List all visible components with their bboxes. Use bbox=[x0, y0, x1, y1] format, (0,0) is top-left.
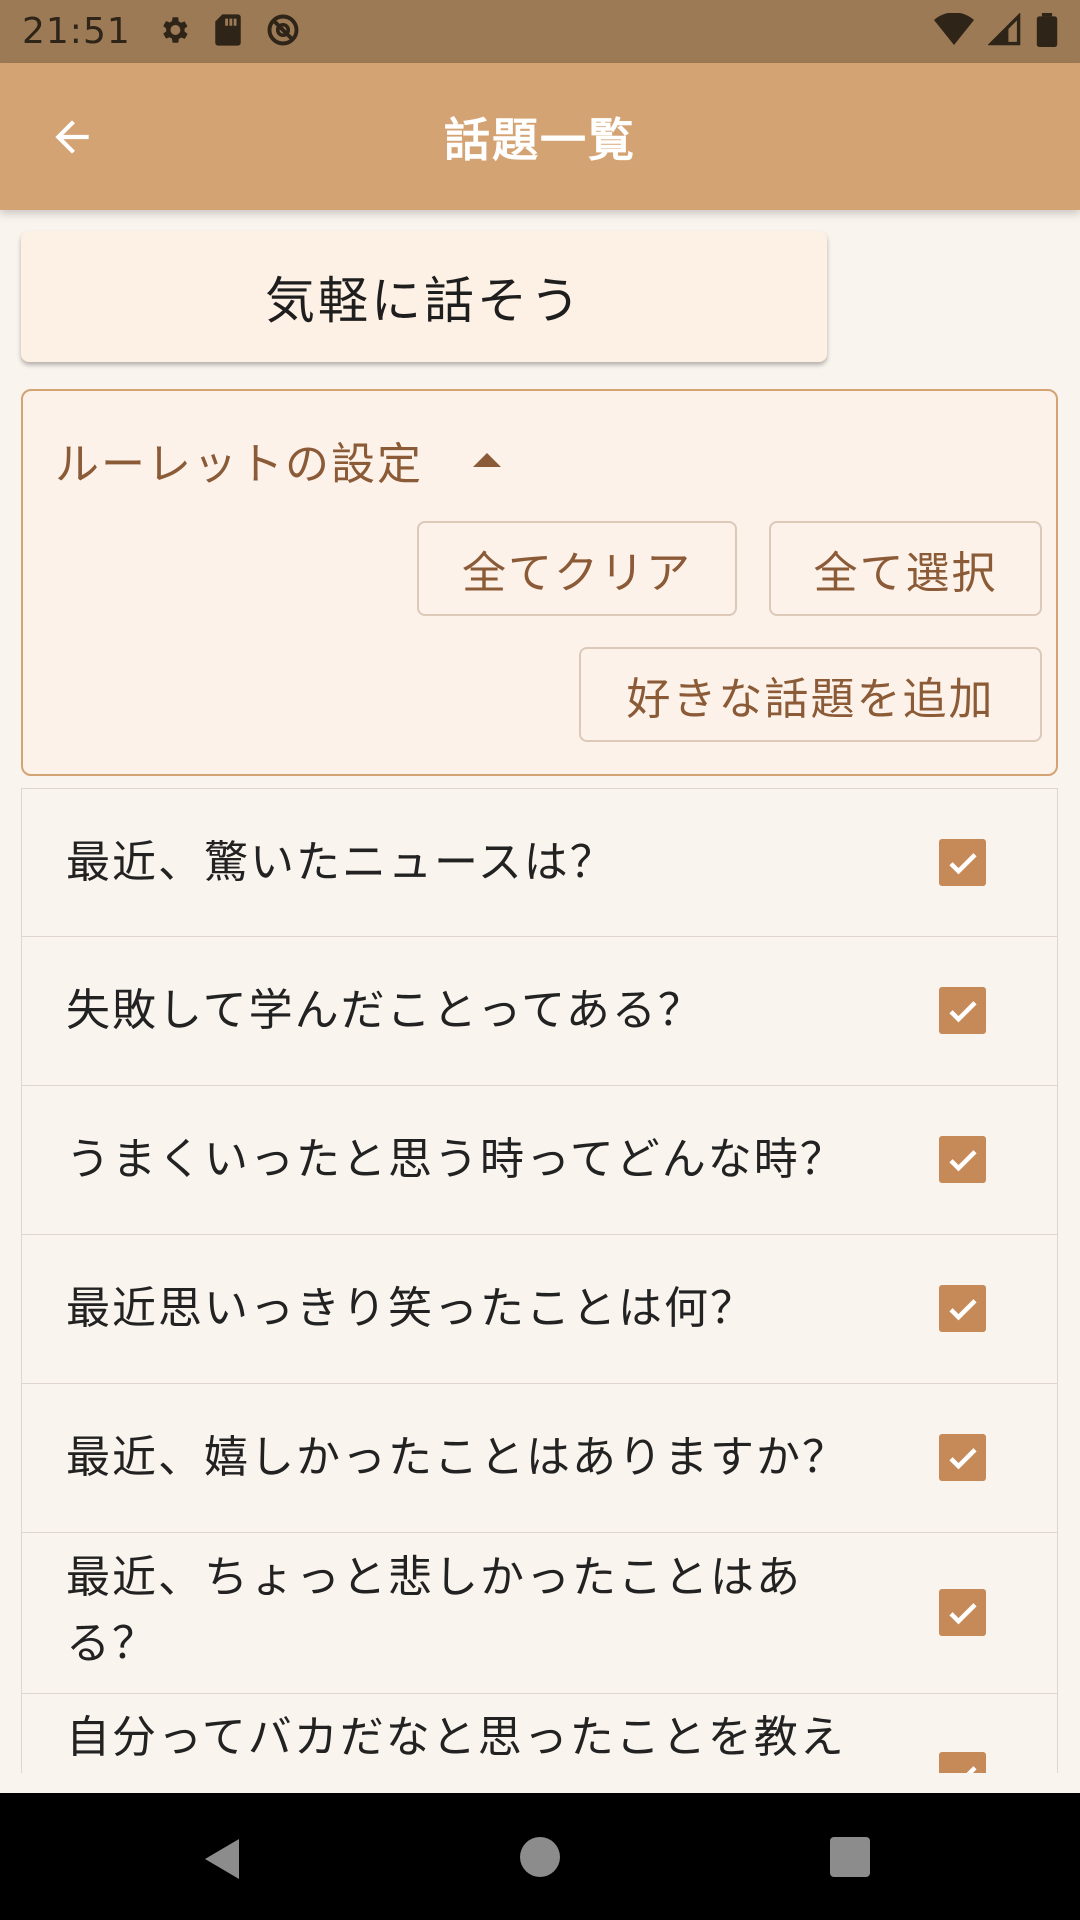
battery-icon bbox=[1036, 12, 1058, 51]
checkmark-icon bbox=[965, 1765, 977, 1773]
checkmark-icon bbox=[948, 1000, 977, 1022]
topic-row[interactable]: 最近、驚いたニュースは？ bbox=[21, 788, 1058, 937]
settings-gear-icon bbox=[157, 13, 191, 51]
roulette-settings-panel: ルーレットの設定 全てクリア 全て選択 好きな話題を追加 bbox=[21, 389, 1058, 776]
checkmark-icon bbox=[948, 1298, 977, 1320]
clear-all-button[interactable]: 全てクリア bbox=[417, 521, 737, 616]
select-all-button[interactable]: 全て選択 bbox=[769, 521, 1042, 616]
topic-list: 最近、驚いたニュースは？ 失敗して学んだことってある？ うまくいったと思う時って… bbox=[21, 788, 1058, 1773]
topic-row[interactable]: 失敗して学んだことってある？ bbox=[21, 937, 1058, 1086]
nav-recents-icon[interactable] bbox=[830, 1837, 870, 1877]
nav-back-icon[interactable] bbox=[203, 1837, 243, 1885]
signal-icon bbox=[987, 11, 1022, 51]
bottom-spacer bbox=[0, 1773, 1080, 1793]
status-bar: 21:51 bbox=[0, 0, 1080, 63]
back-button[interactable] bbox=[38, 103, 106, 171]
start-talk-button[interactable]: 気軽に話そう bbox=[21, 231, 827, 362]
content-area: 気軽に話そう ルーレットの設定 全てクリア 全て選択 好きな話題を追加 最近、驚… bbox=[0, 210, 1080, 1773]
checkmark-icon bbox=[948, 852, 977, 874]
topic-checkbox[interactable] bbox=[939, 839, 986, 886]
add-topic-button[interactable]: 好きな話題を追加 bbox=[579, 647, 1042, 742]
checkmark-icon bbox=[948, 1149, 977, 1171]
topic-row[interactable]: 自分ってバカだなと思ったことを教え bbox=[21, 1694, 1058, 1773]
status-time: 21:51 bbox=[22, 11, 131, 52]
topic-row[interactable]: 最近、嬉しかったことはありますか？ bbox=[21, 1384, 1058, 1533]
status-icons-right bbox=[934, 11, 1058, 51]
topic-checkbox[interactable] bbox=[939, 987, 986, 1034]
roulette-settings-label: ルーレットの設定 bbox=[55, 439, 423, 490]
topic-text: 最近、ちょっと悲しかったことはある？ bbox=[66, 1552, 802, 1669]
topic-checkbox[interactable] bbox=[939, 1752, 986, 1773]
topic-text: 最近、驚いたニュースは？ bbox=[66, 837, 616, 888]
topic-text: 最近思いっきり笑ったことは何？ bbox=[66, 1283, 756, 1334]
app-bar: 話題一覧 bbox=[0, 63, 1080, 210]
checkmark-icon bbox=[948, 1447, 977, 1469]
roulette-settings-toggle[interactable]: ルーレットの設定 bbox=[55, 425, 501, 495]
nav-home-icon[interactable] bbox=[520, 1837, 560, 1877]
topic-text: 最近、嬉しかったことはありますか？ bbox=[66, 1432, 848, 1483]
system-nav-bar bbox=[0, 1793, 1080, 1920]
topic-checkbox[interactable] bbox=[939, 1589, 986, 1636]
topic-row[interactable]: 最近、ちょっと悲しかったことはある？ bbox=[21, 1533, 1058, 1694]
topic-row[interactable]: 最近思いっきり笑ったことは何？ bbox=[21, 1235, 1058, 1384]
arrow-left-icon bbox=[55, 120, 89, 154]
topic-text: うまくいったと思う時ってどんな時？ bbox=[66, 1134, 846, 1185]
topic-checkbox[interactable] bbox=[939, 1285, 986, 1332]
screen: 21:51 話題一覧 気軽に話そう ルーレットの設定 全てクリア 全て選択 好き… bbox=[0, 0, 1080, 1920]
wifi-icon bbox=[934, 11, 974, 51]
no-disturb-icon bbox=[265, 12, 301, 52]
sd-card-icon bbox=[213, 13, 243, 51]
checkmark-icon bbox=[948, 1602, 977, 1624]
topic-text: 失敗して学んだことってある？ bbox=[66, 985, 704, 1036]
topic-row[interactable]: うまくいったと思う時ってどんな時？ bbox=[21, 1086, 1058, 1235]
topic-checkbox[interactable] bbox=[939, 1434, 986, 1481]
caret-up-icon bbox=[473, 453, 501, 467]
page-title: 話題一覧 bbox=[444, 112, 636, 167]
topic-text: 自分ってバカだなと思ったことを教え bbox=[66, 1712, 846, 1763]
status-icons-left bbox=[157, 12, 301, 52]
topic-checkbox[interactable] bbox=[939, 1136, 986, 1183]
